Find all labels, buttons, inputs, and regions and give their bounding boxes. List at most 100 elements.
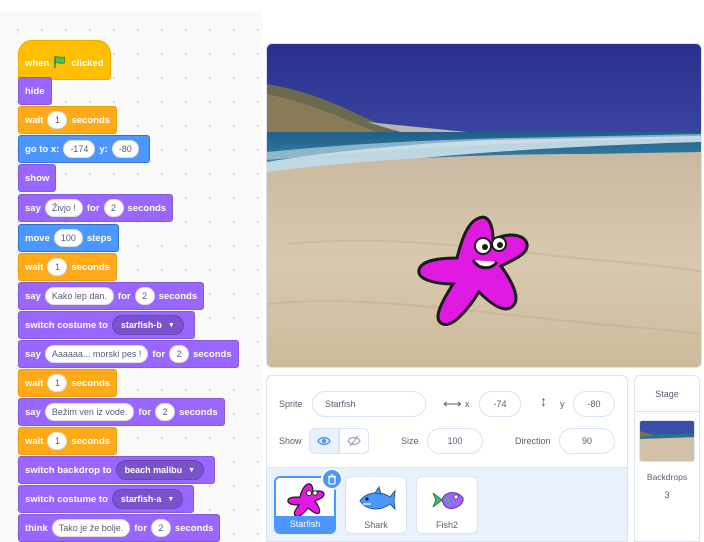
sprite-pane: Sprite Starfish ⟷ x -74 ↕ y -80 Show Siz… [266,375,628,542]
say-text-input[interactable]: Kako lep dan. [44,287,114,305]
seconds-label: seconds [174,522,214,534]
horizontal-arrows-icon: ⟷ [443,396,462,411]
stage-panel-title: Stage [635,376,699,412]
size-input[interactable]: 100 [427,428,483,454]
switch-costume-block-2[interactable]: switch costume to starfish-a ▼ [18,485,195,513]
shark-thumbnail [359,485,396,511]
wait-value-input[interactable]: 1 [47,258,68,276]
wait-value-input[interactable]: 1 [47,374,68,392]
seconds-label: seconds [71,377,111,389]
steps-label: steps [86,232,112,244]
direction-input[interactable]: 90 [559,428,615,454]
size-label: Size [401,436,419,446]
say-for-block-3[interactable]: say Aaaaaa... morski pes ! for 2 seconds [18,340,239,368]
wait-label: wait [25,435,44,447]
think-text-input[interactable]: Tako je že bolje. [51,519,131,537]
show-visible-button[interactable] [309,428,339,454]
hide-label: hide [25,85,45,97]
say-seconds-input[interactable]: 2 [134,287,155,305]
goto-label: go to x: [25,143,60,155]
backdrop-dropdown[interactable]: beach malibu ▼ [115,460,205,480]
for-label: for [138,406,152,418]
switch-costume-label: switch costume to [25,319,108,331]
say-text-input[interactable]: Aaaaaa... morski pes ! [44,345,149,363]
caret-down-icon: ▼ [188,466,196,474]
vertical-arrows-icon: ↕ [540,393,547,409]
eye-slash-icon [347,435,361,447]
say-text-input[interactable]: Bežim ven iz vode. [44,403,135,421]
move-label: move [25,232,50,244]
y-label: y [560,399,565,409]
switch-costume-block-1[interactable]: switch costume to starfish-b ▼ [18,311,195,339]
say-for-block-1[interactable]: say Živjo ! for 2 seconds [18,194,174,222]
say-label: say [25,290,41,302]
wait-value-input[interactable]: 1 [47,432,68,450]
wait-label: wait [25,114,44,126]
sprite-tile-name: Shark [364,520,388,530]
wait-value-input[interactable]: 1 [47,111,68,129]
wait-label: wait [25,377,44,389]
wait-block-4[interactable]: wait 1 seconds [18,427,118,455]
say-seconds-input[interactable]: 2 [103,199,124,217]
say-label: say [25,348,41,360]
go-to-xy-block[interactable]: go to x: -174 y: -80 [18,135,150,163]
show-hidden-button[interactable] [339,428,369,454]
caret-down-icon: ▼ [167,321,175,329]
wait-block-1[interactable]: wait 1 seconds [18,106,118,134]
sprite-tile-shark[interactable]: Shark [345,476,407,534]
green-flag-icon [53,55,67,72]
goto-y-input[interactable]: -80 [111,140,139,158]
think-label: think [25,522,48,534]
sprite-info-panel: Sprite Starfish ⟷ x -74 ↕ y -80 Show Siz… [267,376,627,468]
beach-backdrop [267,44,701,367]
switch-backdrop-label: switch backdrop to [25,464,112,476]
seconds-label: seconds [179,406,218,418]
costume-dropdown[interactable]: starfish-b ▼ [111,315,184,335]
switch-backdrop-block[interactable]: switch backdrop to beach malibu ▼ [18,456,216,484]
costume-dropdown[interactable]: starfish-a ▼ [111,489,184,509]
costume-dropdown-value: starfish-a [120,494,162,504]
goto-x-input[interactable]: -174 [63,140,96,158]
say-for-block-2[interactable]: say Kako lep dan. for 2 seconds [18,282,205,310]
when-flag-clicked-block[interactable]: when clicked [18,40,111,80]
x-position-input[interactable]: -74 [479,391,521,417]
switch-costume-label: switch costume to [25,493,108,505]
seconds-label: seconds [193,348,232,360]
stage-canvas[interactable] [266,43,702,368]
wait-block-3[interactable]: wait 1 seconds [18,369,118,397]
sprite-name-input[interactable]: Starfish [312,391,426,417]
seconds-label: seconds [71,261,111,273]
fish-thumbnail [432,492,464,509]
goto-y-label: y: [99,143,108,155]
sprite-label: Sprite [279,399,303,409]
say-label: say [25,202,41,214]
beach-thumbnail [640,421,694,461]
move-steps-input[interactable]: 100 [53,229,83,247]
direction-label: Direction [515,436,551,446]
clicked-label: clicked [71,57,104,69]
say-seconds-input[interactable]: 2 [155,403,176,421]
say-seconds-input[interactable]: 2 [169,345,190,363]
y-position-input[interactable]: -80 [573,391,615,417]
say-label: say [25,406,41,418]
show-label: show [25,172,50,184]
wait-label: wait [25,261,44,273]
backdrop-dropdown-value: beach malibu [124,465,183,475]
costume-dropdown-value: starfish-b [120,320,162,330]
for-label: for [86,202,100,214]
move-steps-block[interactable]: move 100 steps [18,224,119,252]
think-seconds-input[interactable]: 2 [150,519,171,537]
think-for-block[interactable]: think Tako je že bolje. for 2 seconds [18,514,221,542]
show-block[interactable]: show [18,164,57,192]
sprite-tile-fish2[interactable]: Fish2 [416,476,478,534]
say-text-input[interactable]: Živjo ! [44,199,83,217]
say-for-block-4[interactable]: say Bežim ven iz vode. for 2 seconds [18,398,225,426]
delete-sprite-button[interactable] [321,468,343,490]
stage-selector[interactable]: Stage Backdrops 3 [634,375,700,542]
starfish-thumbnail [287,483,325,516]
stage-backdrop-thumbnail[interactable] [639,420,695,462]
sprite-tile-name: Fish2 [435,520,458,530]
hide-block[interactable]: hide [18,77,52,105]
seconds-label: seconds [158,290,198,302]
wait-block-2[interactable]: wait 1 seconds [18,253,118,281]
